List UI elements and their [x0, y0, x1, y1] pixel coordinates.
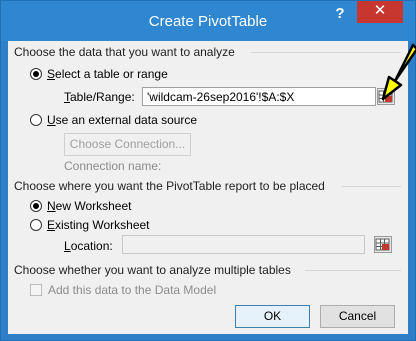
yellow-arrow-icon — [381, 43, 416, 101]
title-bar: Create PivotTable ? ✕ — [1, 1, 415, 41]
data-model-checkbox-label: Add this data to the Data Model — [48, 283, 217, 297]
help-button[interactable]: ? — [326, 3, 354, 27]
close-button[interactable]: ✕ — [357, 1, 403, 23]
location-label: Location: — [64, 239, 113, 253]
section-placement-label: Choose where you want the PivotTable rep… — [14, 179, 325, 193]
ok-button[interactable]: OK — [235, 305, 310, 328]
connection-name-label: Connection name: — [64, 159, 162, 173]
radio-external-source[interactable] — [30, 114, 42, 126]
section-divider — [305, 270, 401, 271]
radio-external-source-label[interactable]: Use an external data source — [47, 113, 197, 127]
choose-connection-button[interactable]: Choose Connection... — [64, 133, 191, 156]
create-pivottable-dialog: Create PivotTable ? ✕ Choose the data th… — [0, 0, 416, 341]
radio-existing-worksheet[interactable] — [30, 219, 42, 231]
radio-existing-worksheet-label[interactable]: Existing Worksheet — [47, 218, 150, 232]
range-selector-icon — [375, 238, 390, 251]
radio-select-table-label[interactable]: Select a table or range — [47, 67, 168, 81]
radio-new-worksheet-label[interactable]: New Worksheet — [47, 199, 131, 213]
section-divider — [342, 186, 401, 187]
cancel-button[interactable]: Cancel — [320, 305, 395, 328]
radio-new-worksheet[interactable] — [30, 200, 42, 212]
section-data-label: Choose the data that you want to analyze — [14, 45, 235, 59]
table-range-label: Table/Range: — [64, 90, 135, 104]
location-input[interactable] — [122, 235, 365, 254]
location-range-selector-button[interactable] — [374, 236, 392, 253]
section-multiple-tables-label: Choose whether you want to analyze multi… — [14, 263, 291, 277]
radio-select-table[interactable] — [30, 68, 42, 80]
data-model-checkbox[interactable] — [30, 284, 42, 296]
table-range-input[interactable]: 'wildcam-26sep2016'!$A:$X — [142, 87, 376, 106]
dialog-body: Choose the data that you want to analyze… — [8, 41, 408, 334]
